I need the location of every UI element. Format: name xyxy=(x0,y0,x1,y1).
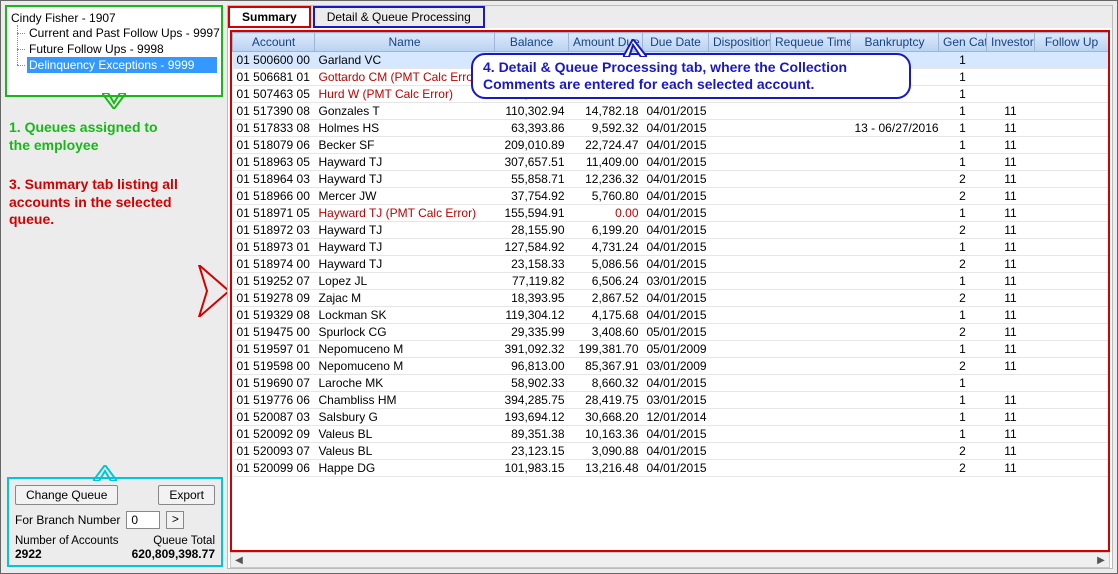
column-header[interactable]: Due Date xyxy=(643,33,709,52)
table-row[interactable]: 01 518079 06Becker SF209,010.8922,724.47… xyxy=(233,137,1109,154)
cell-name: Chambliss HM xyxy=(315,392,495,409)
export-button[interactable]: Export xyxy=(158,485,215,505)
cell-name: Gottardo CM (PMT Calc Error) xyxy=(315,69,495,86)
cell-name: Zajac M xyxy=(315,290,495,307)
callout-tail-icon xyxy=(102,93,126,109)
column-header[interactable]: Account xyxy=(233,33,315,52)
branch-next-button[interactable]: > xyxy=(166,511,184,529)
num-accounts-value: 2922 xyxy=(15,547,42,561)
cell-name: Mercer JW xyxy=(315,188,495,205)
queue-tree: Cindy Fisher - 1907 Current and Past Fol… xyxy=(5,5,223,97)
column-header[interactable]: Balance xyxy=(495,33,569,52)
annotation-detail-tab: 4. Detail & Queue Processing tab, where … xyxy=(471,53,911,99)
cell-name: Spurlock CG xyxy=(315,324,495,341)
change-queue-button[interactable]: Change Queue xyxy=(15,485,118,505)
table-row[interactable]: 01 519252 07Lopez JL77,119.826,506.2403/… xyxy=(233,273,1109,290)
tab-detail[interactable]: Detail & Queue Processing xyxy=(313,6,485,28)
annotation-summary: 3. Summary tab listing all accounts in t… xyxy=(9,176,189,229)
table-row[interactable]: 01 518971 05Hayward TJ (PMT Calc Error)1… xyxy=(233,205,1109,222)
queue-total-label: Queue Total xyxy=(153,535,215,547)
table-row[interactable]: 01 518972 03Hayward TJ28,155.906,199.200… xyxy=(233,222,1109,239)
branch-number-label: For Branch Number xyxy=(15,513,120,527)
callout-tail-icon xyxy=(623,39,647,57)
cell-name: Garland VC xyxy=(315,52,495,69)
table-row[interactable]: 01 518966 00Mercer JW37,754.925,760.8004… xyxy=(233,188,1109,205)
cell-name: Becker SF xyxy=(315,137,495,154)
cell-name: Hayward TJ xyxy=(315,171,495,188)
cell-name: Hurd W (PMT Calc Error) xyxy=(315,86,495,103)
column-header[interactable]: Investor xyxy=(987,33,1035,52)
tab-summary[interactable]: Summary xyxy=(228,6,311,28)
cell-name: Nepomuceno M xyxy=(315,358,495,375)
table-row[interactable]: 01 519278 09Zajac M18,393.952,867.5204/0… xyxy=(233,290,1109,307)
num-accounts-label: Number of Accounts xyxy=(15,535,119,547)
table-row[interactable]: 01 519597 01Nepomuceno M391,092.32199,38… xyxy=(233,341,1109,358)
queue-selection-panel: Change Queue Export For Branch Number > … xyxy=(7,477,223,567)
column-header[interactable]: Name xyxy=(315,33,495,52)
annotation-queues: 1. Queues assigned to the employee xyxy=(9,119,169,154)
tree-item[interactable]: Delinquency Exceptions - 9999 xyxy=(27,57,217,73)
column-header[interactable]: Bankruptcy xyxy=(851,33,939,52)
cell-name: Valeus BL xyxy=(315,443,495,460)
arrow-icon xyxy=(195,265,231,317)
horizontal-scrollbar[interactable]: ◀ ▶ xyxy=(230,552,1110,568)
table-row[interactable]: 01 517833 08Holmes HS63,393.869,592.3204… xyxy=(233,120,1109,137)
cell-name: Hayward TJ xyxy=(315,154,495,171)
table-row[interactable]: 01 519329 08Lockman SK119,304.124,175.68… xyxy=(233,307,1109,324)
scroll-right-icon[interactable]: ▶ xyxy=(1093,555,1109,566)
table-row[interactable]: 01 520093 07Valeus BL23,123.153,090.8804… xyxy=(233,443,1109,460)
cell-name: Hayward TJ xyxy=(315,222,495,239)
accounts-grid: AccountNameBalanceAmount DueDue DateDisp… xyxy=(230,30,1110,552)
column-header[interactable]: Gen Cat xyxy=(939,33,987,52)
cell-name: Lopez JL xyxy=(315,273,495,290)
column-header[interactable]: Requeue Time xyxy=(771,33,851,52)
cell-name: Happe DG xyxy=(315,460,495,477)
cell-name: Valeus BL xyxy=(315,426,495,443)
table-row[interactable]: 01 518963 05Hayward TJ307,657.5111,409.0… xyxy=(233,154,1109,171)
cell-name: Nepomuceno M xyxy=(315,341,495,358)
cell-name: Hayward TJ xyxy=(315,256,495,273)
tree-root[interactable]: Cindy Fisher - 1907 xyxy=(11,11,217,25)
callout-tail-icon xyxy=(93,465,117,481)
column-header[interactable]: Disposition xyxy=(709,33,771,52)
cell-name: Hayward TJ xyxy=(315,239,495,256)
branch-number-input[interactable] xyxy=(126,511,160,529)
table-row[interactable]: 01 518964 03Hayward TJ55,858.7112,236.32… xyxy=(233,171,1109,188)
table-row[interactable]: 01 519776 06Chambliss HM394,285.7528,419… xyxy=(233,392,1109,409)
table-row[interactable]: 01 519598 00Nepomuceno M96,813.0085,367.… xyxy=(233,358,1109,375)
scroll-left-icon[interactable]: ◀ xyxy=(231,555,247,566)
cell-name: Gonzales T xyxy=(315,103,495,120)
tree-item[interactable]: Future Follow Ups - 9998 xyxy=(27,41,217,57)
table-row[interactable]: 01 518973 01Hayward TJ127,584.924,731.24… xyxy=(233,239,1109,256)
table-row[interactable]: 01 518974 00Hayward TJ23,158.335,086.560… xyxy=(233,256,1109,273)
annotation-detail-text: 4. Detail & Queue Processing tab, where … xyxy=(483,59,847,92)
cell-name: Hayward TJ (PMT Calc Error) xyxy=(315,205,495,222)
table-row[interactable]: 01 519690 07Laroche MK58,902.338,660.320… xyxy=(233,375,1109,392)
tab-strip: Summary Detail & Queue Processing xyxy=(228,6,1112,28)
table-row[interactable]: 01 520092 09Valeus BL89,351.3810,163.360… xyxy=(233,426,1109,443)
cell-name: Laroche MK xyxy=(315,375,495,392)
table-row[interactable]: 01 520087 03Salsbury G193,694.1230,668.2… xyxy=(233,409,1109,426)
table-row[interactable]: 01 519475 00Spurlock CG29,335.993,408.60… xyxy=(233,324,1109,341)
table-row[interactable]: 01 517390 08Gonzales T110,302.9414,782.1… xyxy=(233,103,1109,120)
cell-name: Salsbury G xyxy=(315,409,495,426)
tree-item[interactable]: Current and Past Follow Ups - 9997 xyxy=(27,25,217,41)
table-row[interactable]: 01 520099 06Happe DG101,983.1513,216.480… xyxy=(233,460,1109,477)
queue-total-value: 620,809,398.77 xyxy=(132,547,215,561)
cell-name: Holmes HS xyxy=(315,120,495,137)
cell-name: Lockman SK xyxy=(315,307,495,324)
column-header[interactable]: Follow Up xyxy=(1035,33,1109,52)
